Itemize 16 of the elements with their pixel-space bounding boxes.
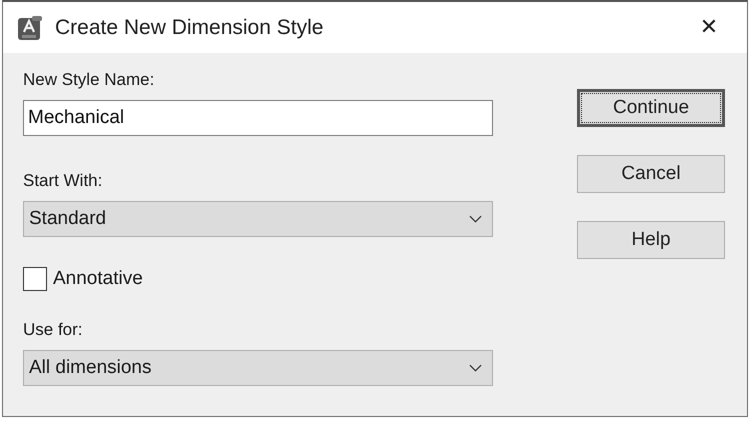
chevron-down-icon xyxy=(469,215,482,223)
dropdown[interactable]: Standard xyxy=(23,201,493,237)
field-label: Start With: xyxy=(23,170,104,192)
dialog-button[interactable]: Help xyxy=(577,221,725,259)
window-title: Create New Dimension Style xyxy=(55,16,324,40)
dialog-button[interactable]: Cancel xyxy=(577,155,725,193)
close-button[interactable]: ✕ xyxy=(681,8,737,48)
app-icon xyxy=(17,14,43,40)
field-label: New Style Name: xyxy=(23,69,156,91)
field-label: Use for: xyxy=(23,319,84,341)
chevron-down-icon xyxy=(469,364,482,372)
dropdown[interactable]: All dimensions xyxy=(23,350,493,386)
style-name-field[interactable]: Mechanical xyxy=(23,100,493,136)
checkbox[interactable] xyxy=(23,267,47,291)
continue-button[interactable]: Continue xyxy=(577,89,725,127)
checkbox-label[interactable]: Annotative xyxy=(53,268,143,290)
